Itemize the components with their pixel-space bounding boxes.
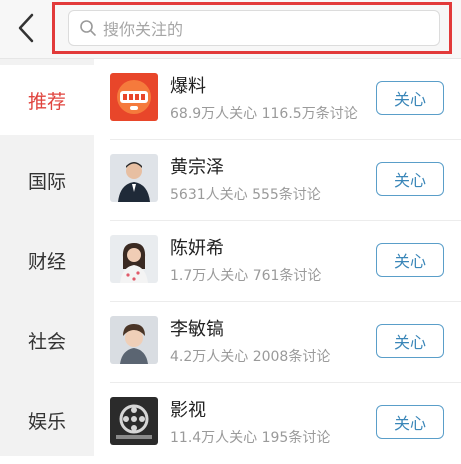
- follow-button[interactable]: 关心: [376, 81, 444, 115]
- category-sidebar: 推荐 国际 财经 社会 娱乐: [0, 59, 94, 456]
- sidebar-item-finance[interactable]: 财经: [0, 225, 94, 295]
- item-stats: 4.2万人关心 2008条讨论: [170, 349, 331, 365]
- item-stats: 1.7万人关心 761条讨论: [170, 268, 322, 284]
- item-name: 陈妍希: [170, 238, 224, 259]
- follow-button[interactable]: 关心: [376, 324, 444, 358]
- item-name: 黄宗泽: [170, 157, 224, 178]
- top-bar: 搜你关注的: [0, 0, 461, 59]
- list-item[interactable]: 陈妍希 1.7万人关心 761条讨论 关心: [94, 221, 461, 302]
- back-button[interactable]: [8, 8, 44, 48]
- person-photo: [110, 235, 158, 283]
- chevron-left-icon: [18, 13, 34, 43]
- sidebar-item-entertainment[interactable]: 娱乐: [0, 385, 94, 455]
- follow-button[interactable]: 关心: [376, 405, 444, 439]
- person-photo: [110, 154, 158, 202]
- search-placeholder: 搜你关注的: [103, 20, 184, 39]
- sidebar-item-society[interactable]: 社会: [0, 305, 94, 375]
- film-reel-logo: [110, 397, 158, 445]
- sidebar-item-recommend[interactable]: 推荐: [0, 65, 94, 135]
- item-stats: 11.4万人关心 195条讨论: [170, 430, 331, 446]
- item-name: 影视: [170, 400, 206, 421]
- search-icon: [79, 19, 97, 37]
- follow-button[interactable]: 关心: [376, 243, 444, 277]
- list-item[interactable]: 影视 11.4万人关心 195条讨论 关心: [94, 383, 461, 464]
- item-stats: 5631人关心 555条讨论: [170, 187, 321, 203]
- sidebar-item-international[interactable]: 国际: [0, 145, 94, 215]
- list-item[interactable]: 李敏镐 4.2万人关心 2008条讨论 关心: [94, 302, 461, 383]
- list-item[interactable]: 黄宗泽 5631人关心 555条讨论 关心: [94, 140, 461, 221]
- search-input[interactable]: 搜你关注的: [68, 10, 440, 46]
- item-name: 李敏镐: [170, 319, 224, 340]
- topic-list: 爆料 68.9万人关心 116.5万条讨论 关心 黄宗泽 5631人关心 555…: [94, 59, 461, 456]
- follow-button[interactable]: 关心: [376, 162, 444, 196]
- list-item[interactable]: 爆料 68.9万人关心 116.5万条讨论 关心: [94, 59, 461, 140]
- person-photo: [110, 316, 158, 364]
- item-name: 爆料: [170, 76, 206, 97]
- bao-liao-logo: [110, 73, 158, 121]
- item-stats: 68.9万人关心 116.5万条讨论: [170, 106, 358, 122]
